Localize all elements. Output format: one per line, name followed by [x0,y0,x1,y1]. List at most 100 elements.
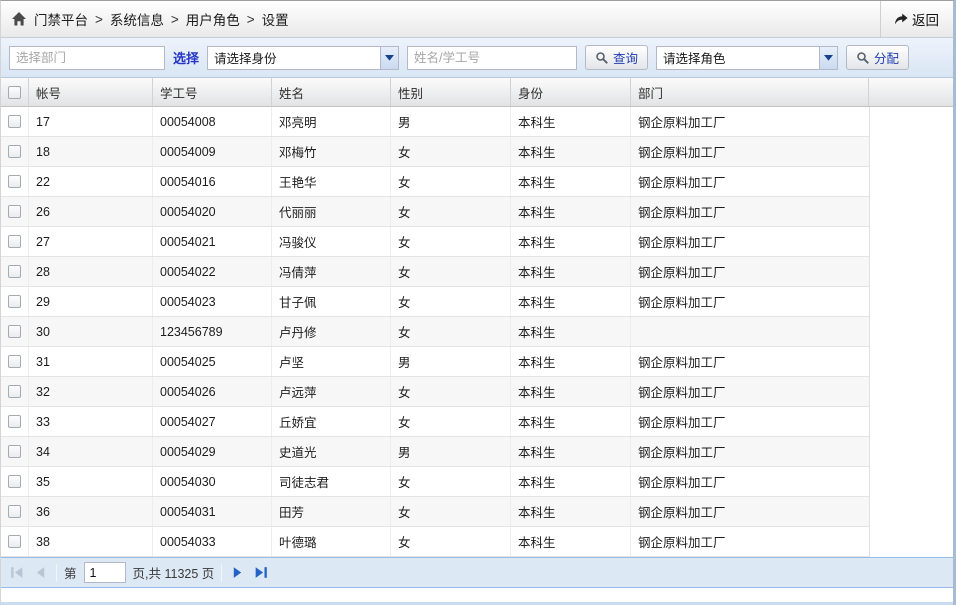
breadcrumb-separator: > [247,12,255,27]
cell-name: 田芳 [272,497,391,526]
assign-button-label: 分配 [874,48,899,67]
table-row[interactable]: 17 00054008 邓亮明 男 本科生 钢企原料加工厂 [1,107,869,137]
cell-department: 钢企原料加工厂 [631,167,869,196]
cell-name: 卢丹修 [272,317,391,346]
row-checkbox[interactable] [8,325,21,338]
column-header-department[interactable]: 部门 [631,78,869,106]
home-icon[interactable] [11,11,27,27]
column-header-name[interactable]: 姓名 [272,78,391,106]
table-header: 帐号 学工号 姓名 性别 身份 部门 [1,78,953,107]
row-checkbox-cell [1,197,29,226]
row-checkbox-cell [1,317,29,346]
row-checkbox-cell [1,287,29,316]
row-checkbox[interactable] [8,205,21,218]
table-row[interactable]: 27 00054021 冯骏仪 女 本科生 钢企原料加工厂 [1,227,869,257]
cell-name: 丘娇宜 [272,407,391,436]
cell-student-id: 00054022 [153,257,272,286]
table-row[interactable]: 38 00054033 叶德璐 女 本科生 钢企原料加工厂 [1,527,869,557]
assign-button[interactable]: 分配 [846,45,909,70]
cell-identity: 本科生 [511,527,631,556]
column-header-account[interactable]: 帐号 [29,78,153,106]
select-department-link[interactable]: 选择 [173,48,199,67]
breadcrumb-bar: 门禁平台 > 系统信息 > 用户角色 > 设置 返回 [1,1,953,38]
page-number-input[interactable] [84,562,126,583]
row-checkbox[interactable] [8,475,21,488]
row-checkbox[interactable] [8,175,21,188]
cell-name: 邓亮明 [272,107,391,136]
table-row[interactable]: 28 00054022 冯倩萍 女 本科生 钢企原料加工厂 [1,257,869,287]
last-page-button[interactable] [253,564,270,581]
column-header-identity[interactable]: 身份 [511,78,631,106]
cell-department: 钢企原料加工厂 [631,527,869,556]
column-header-student-id[interactable]: 学工号 [153,78,272,106]
select-all-checkbox[interactable] [8,86,21,99]
table-row[interactable]: 29 00054023 甘子佩 女 本科生 钢企原料加工厂 [1,287,869,317]
first-page-button[interactable] [8,564,25,581]
query-button[interactable]: 查询 [585,45,648,70]
row-checkbox[interactable] [8,535,21,548]
table-row[interactable]: 26 00054020 代丽丽 女 本科生 钢企原料加工厂 [1,197,869,227]
cell-account: 32 [29,377,153,406]
cell-department: 钢企原料加工厂 [631,497,869,526]
department-input[interactable] [9,46,165,70]
identity-select-trigger[interactable] [380,47,398,69]
table-row[interactable]: 30 123456789 卢丹修 女 本科生 [1,317,869,347]
table-row[interactable]: 22 00054016 王艳华 女 本科生 钢企原料加工厂 [1,167,869,197]
role-select-trigger[interactable] [819,47,837,69]
row-checkbox-cell [1,497,29,526]
page-label-prefix: 第 [64,563,77,582]
row-checkbox[interactable] [8,415,21,428]
cell-account: 17 [29,107,153,136]
breadcrumb-item-system-info[interactable]: 系统信息 [110,9,164,29]
name-or-id-input[interactable] [407,46,577,70]
back-button[interactable]: 返回 [880,1,953,37]
breadcrumb-item-platform[interactable]: 门禁平台 [34,9,88,29]
row-checkbox[interactable] [8,235,21,248]
cell-identity: 本科生 [511,287,631,316]
row-checkbox[interactable] [8,115,21,128]
cell-department: 钢企原料加工厂 [631,287,869,316]
row-checkbox-cell [1,347,29,376]
cell-identity: 本科生 [511,377,631,406]
column-header-gender[interactable]: 性别 [391,78,511,106]
row-checkbox[interactable] [8,295,21,308]
next-page-button[interactable] [229,564,246,581]
app-window: 门禁平台 > 系统信息 > 用户角色 > 设置 返回 选择 请选择身份 [0,0,956,605]
row-checkbox[interactable] [8,265,21,278]
cell-identity: 本科生 [511,227,631,256]
table-row[interactable]: 32 00054026 卢远萍 女 本科生 钢企原料加工厂 [1,377,869,407]
cell-student-id: 00054025 [153,347,272,376]
cell-gender: 女 [391,197,511,226]
row-checkbox[interactable] [8,145,21,158]
cell-gender: 女 [391,167,511,196]
identity-select[interactable]: 请选择身份 [207,46,399,70]
table-row[interactable]: 34 00054029 史道光 男 本科生 钢企原料加工厂 [1,437,869,467]
table-row[interactable]: 35 00054030 司徒志君 女 本科生 钢企原料加工厂 [1,467,869,497]
cell-identity: 本科生 [511,167,631,196]
cell-name: 代丽丽 [272,197,391,226]
breadcrumb-item-user-role[interactable]: 用户角色 [186,9,240,29]
cell-student-id: 00054029 [153,437,272,466]
cell-gender: 女 [391,287,511,316]
cell-gender: 女 [391,377,511,406]
table-body: 17 00054008 邓亮明 男 本科生 钢企原料加工厂 18 0005400… [1,107,870,557]
cell-gender: 女 [391,317,511,346]
row-checkbox[interactable] [8,445,21,458]
cell-gender: 男 [391,107,511,136]
table-row[interactable]: 33 00054027 丘娇宜 女 本科生 钢企原料加工厂 [1,407,869,437]
row-checkbox[interactable] [8,385,21,398]
previous-page-button[interactable] [32,564,49,581]
table-row[interactable]: 18 00054009 邓梅竹 女 本科生 钢企原料加工厂 [1,137,869,167]
chevron-down-icon [385,55,394,61]
cell-name: 卢坚 [272,347,391,376]
cell-gender: 女 [391,407,511,436]
row-checkbox-cell [1,227,29,256]
table-row[interactable]: 36 00054031 田芳 女 本科生 钢企原料加工厂 [1,497,869,527]
back-button-label: 返回 [912,9,939,29]
cell-identity: 本科生 [511,347,631,376]
row-checkbox[interactable] [8,355,21,368]
table-row[interactable]: 31 00054025 卢坚 男 本科生 钢企原料加工厂 [1,347,869,377]
row-checkbox[interactable] [8,505,21,518]
cell-name: 冯倩萍 [272,257,391,286]
role-select[interactable]: 请选择角色 [656,46,838,70]
